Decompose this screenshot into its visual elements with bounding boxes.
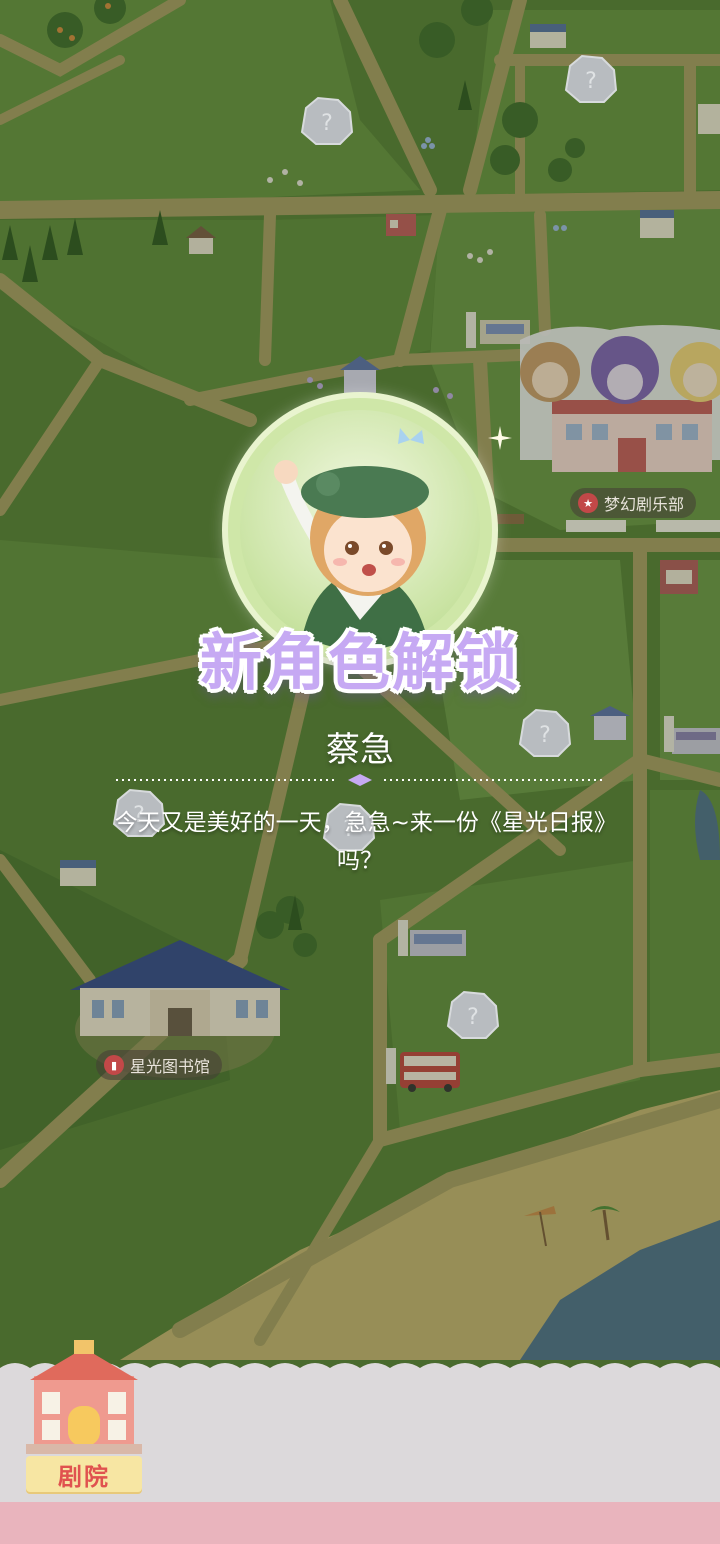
svg-text:?: ? xyxy=(539,723,551,748)
sparkle-icon xyxy=(488,426,512,450)
game-screen: ?????? ★ 梦幻剧乐部 ▮ 星光图书馆 新角色解锁 蔡急 今天又是美好的一… xyxy=(0,0,720,1544)
locked-location-marker[interactable]: ? xyxy=(444,988,502,1042)
svg-text:?: ? xyxy=(321,111,333,136)
locked-location-marker[interactable]: ? xyxy=(562,52,620,106)
location-label-text: 梦幻剧乐部 xyxy=(604,495,685,514)
svg-text:?: ? xyxy=(585,69,597,94)
locked-location-marker[interactable]: ? xyxy=(516,706,574,760)
character-name: 蔡急 xyxy=(326,730,394,770)
book-icon: ▮ xyxy=(104,1055,124,1075)
town-map[interactable] xyxy=(0,0,720,1544)
svg-text:?: ? xyxy=(467,1005,479,1030)
character-quote: 今天又是美好的一天，急急~来一份《星光日报》吗？ xyxy=(114,810,606,874)
locked-location-marker[interactable]: ? xyxy=(298,94,356,148)
divider-ribbon-icon xyxy=(116,774,604,786)
unlock-title: 新角色解锁 xyxy=(199,626,520,699)
dream-club-building xyxy=(520,325,720,472)
location-label-text: 星光图书馆 xyxy=(130,1057,211,1076)
location-label-dream-club[interactable]: ★ 梦幻剧乐部 xyxy=(570,488,697,518)
theater-tab-label: 剧院 xyxy=(26,1456,142,1492)
pin-icon: ★ xyxy=(578,493,598,513)
location-label-library[interactable]: ▮ 星光图书馆 xyxy=(96,1050,223,1080)
